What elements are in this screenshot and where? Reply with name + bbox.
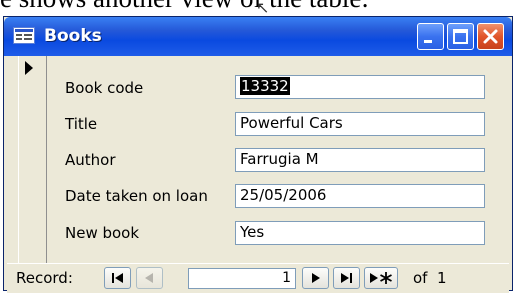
date-taken-on-loan-field[interactable]: 25/05/2006 xyxy=(235,184,485,208)
title-bar[interactable]: Books xyxy=(4,17,512,56)
book-code-value: 13332 xyxy=(240,77,290,95)
author-field[interactable]: Farrugia M xyxy=(235,148,485,172)
title-field[interactable]: Powerful Cars xyxy=(235,112,485,136)
current-record-arrow-icon xyxy=(25,61,33,75)
label-date-taken-on-loan: Date taken on loan xyxy=(65,187,208,205)
label-title: Title xyxy=(65,115,98,133)
next-record-icon xyxy=(312,273,320,283)
new-book-field[interactable]: Yes xyxy=(235,221,485,245)
record-selector[interactable] xyxy=(18,56,47,263)
new-record-icon xyxy=(370,272,392,284)
of-text: of xyxy=(413,269,428,287)
label-book-code: Book code xyxy=(65,79,144,97)
cursor-mark-icon: ↖ xyxy=(256,0,270,17)
record-navigation-bar: Record: 1 of 1 xyxy=(7,263,509,293)
books-form-window: Books Book code 13332 Title Powerful Car… xyxy=(3,16,513,293)
form-view-icon xyxy=(13,27,35,44)
record-label: Record: xyxy=(16,269,73,287)
previous-record-button[interactable] xyxy=(136,267,163,289)
close-button[interactable] xyxy=(477,23,504,50)
current-record-input[interactable]: 1 xyxy=(188,268,296,289)
maximize-icon xyxy=(453,29,468,44)
record-total: of 1 xyxy=(413,269,447,287)
caption-text: e shows another view of the table: xyxy=(0,0,369,13)
book-code-field[interactable]: 13332 xyxy=(235,75,485,99)
close-icon xyxy=(483,29,498,44)
new-record-button[interactable] xyxy=(364,267,398,289)
label-new-book: New book xyxy=(65,224,140,242)
minimize-button[interactable] xyxy=(417,23,444,50)
total-records: 1 xyxy=(437,269,447,287)
minimize-icon xyxy=(424,40,432,43)
next-record-button[interactable] xyxy=(302,267,329,289)
last-record-icon xyxy=(341,273,352,283)
previous-record-icon xyxy=(145,273,153,283)
last-record-button[interactable] xyxy=(333,267,360,289)
first-record-icon xyxy=(112,273,123,283)
label-author: Author xyxy=(65,151,116,169)
maximize-button[interactable] xyxy=(447,23,474,50)
window-title: Books xyxy=(44,26,102,46)
first-record-button[interactable] xyxy=(104,267,131,289)
